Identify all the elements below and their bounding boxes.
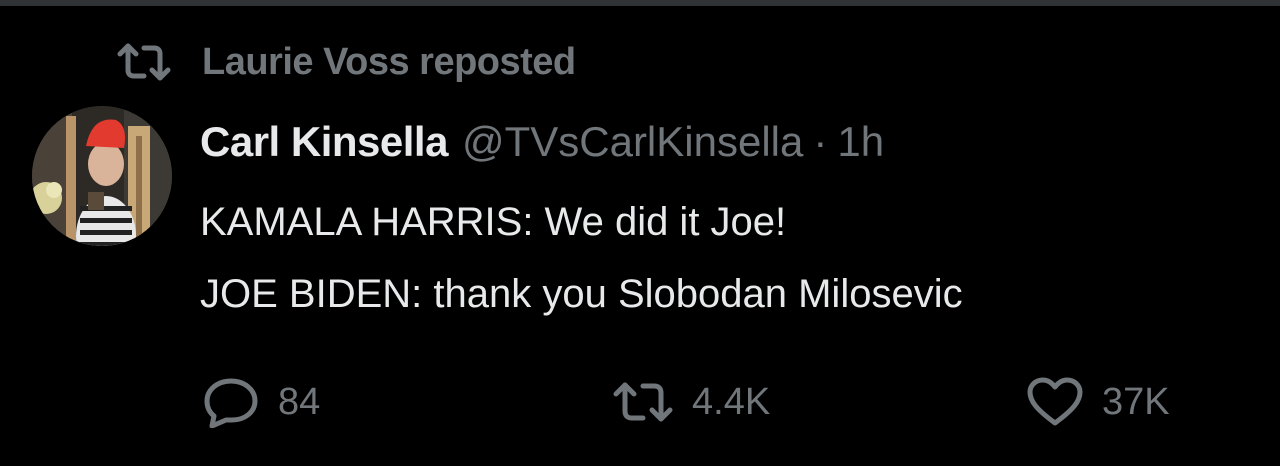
tweet-text-line: KAMALA HARRIS: We did it Joe! (200, 200, 787, 244)
header-separator: · (813, 118, 828, 165)
tweet-text-line: JOE BIDEN: thank you Slobodan Milosevic (200, 272, 963, 316)
repost-icon (116, 42, 172, 82)
tweet-timestamp[interactable]: 1h (837, 118, 884, 166)
repost-label[interactable]: Laurie Voss reposted (202, 41, 576, 84)
tweet-actions: 84 4.4K 37K (0, 370, 1280, 434)
tweet-header: Carl Kinsella @TVsCarlKinsella · 1h (200, 112, 884, 172)
repost-banner[interactable]: Laurie Voss reposted (116, 38, 576, 86)
reply-count: 84 (278, 380, 321, 423)
reply-icon (202, 376, 260, 428)
avatar[interactable] (32, 106, 172, 246)
repost-count: 4.4K (692, 380, 771, 423)
author-handle[interactable]: @TVsCarlKinsella (462, 118, 803, 166)
top-divider (0, 0, 1280, 6)
like-count: 37K (1102, 380, 1170, 423)
reply-button[interactable]: 84 (202, 370, 320, 434)
repost-button[interactable]: 4.4K (612, 370, 770, 434)
tweet-body: KAMALA HARRIS: We did it Joe! JOE BIDEN:… (200, 186, 963, 330)
like-button[interactable]: 37K (1026, 370, 1170, 434)
author-display-name[interactable]: Carl Kinsella (200, 118, 448, 166)
heart-icon (1026, 377, 1084, 427)
repost-icon (612, 380, 674, 424)
